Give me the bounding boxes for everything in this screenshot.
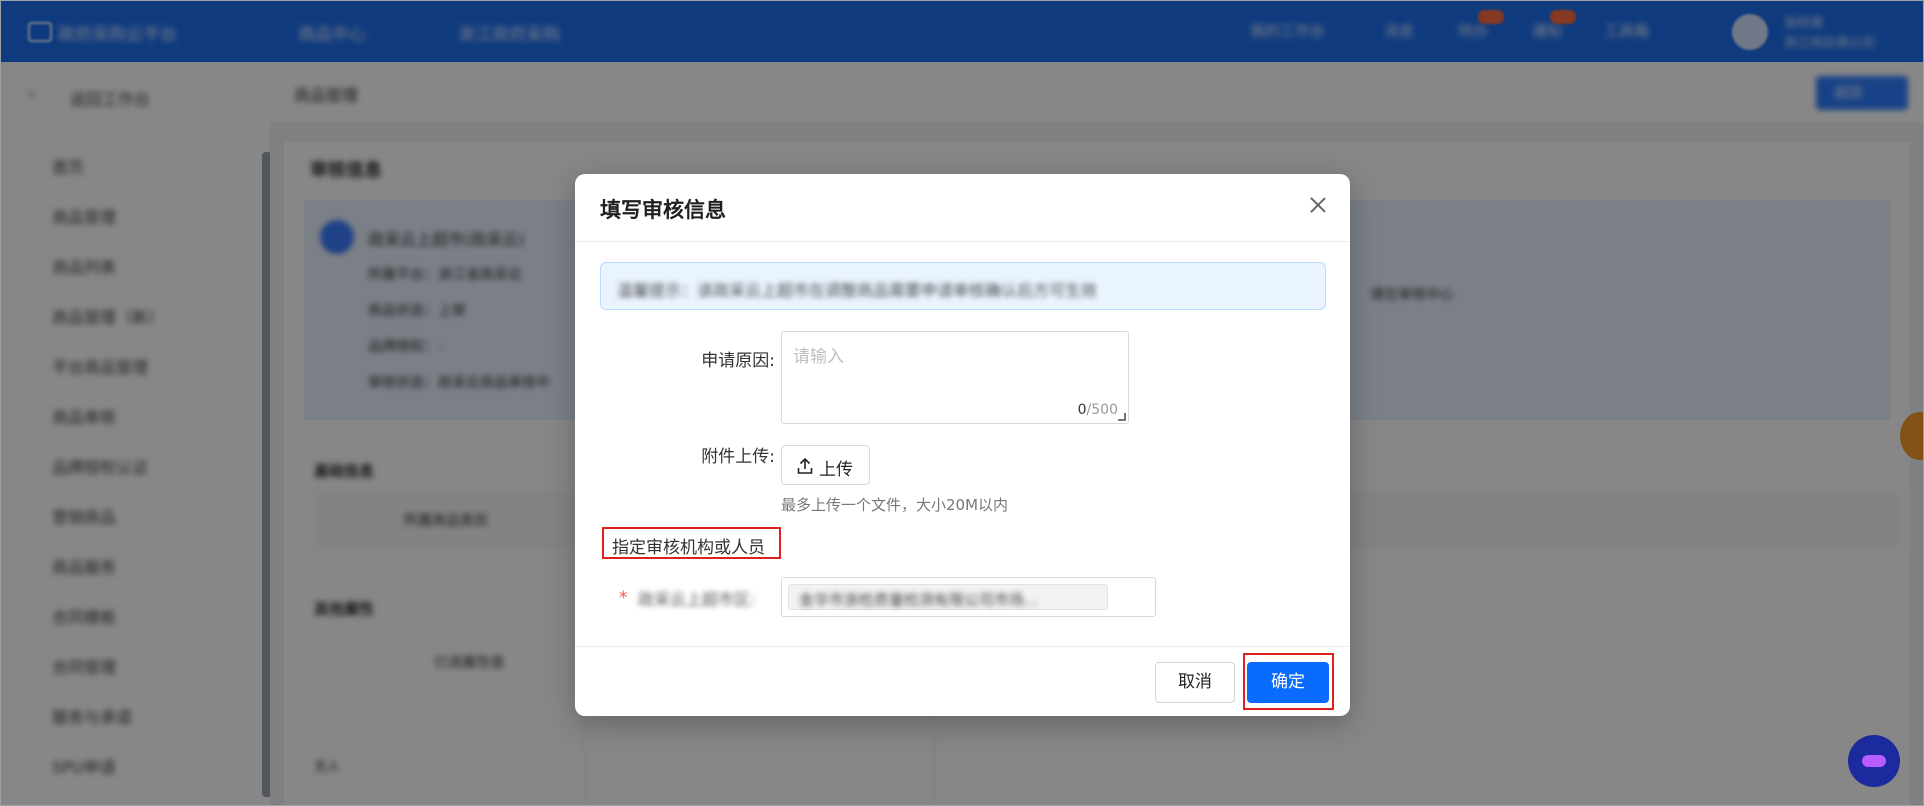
cancel-button[interactable]: 取消 [1155,662,1235,703]
confirm-button[interactable]: 确定 [1247,662,1329,703]
upload-icon [797,457,813,474]
ai-assistant-icon[interactable] [1848,735,1900,787]
reason-label: 申请原因: [701,351,775,371]
reviewer-tag[interactable]: 金华市浙检质量检测有限公司市场... [788,584,1108,610]
reason-textarea[interactable]: 请输入 0/500 [781,331,1129,424]
footer-divider [575,646,1350,647]
reviewer-section-title: 指定审核机构或人员 [612,538,765,558]
reviewer-section-heading: 指定审核机构或人员 [602,527,781,559]
tip-banner: 温馨提示：该政采云上超市在调整商品需要申请审核确认后方可生效 [600,262,1326,310]
upload-button[interactable]: 上传 [781,445,870,485]
upload-hint: 最多上传一个文件，大小20M以内 [781,496,1009,514]
reviewer-select[interactable]: 金华市浙检质量检测有限公司市场... [781,577,1156,617]
upload-label: 附件上传: [701,447,775,467]
required-marker: * [619,588,628,608]
close-icon[interactable] [1305,192,1331,218]
reason-placeholder: 请输入 [793,347,844,367]
review-info-dialog: 填写审核信息 温馨提示：该政采云上超市在调整商品需要申请审核确认后方可生效 申请… [575,174,1350,716]
tip-text: 温馨提示：该政采云上超市在调整商品需要申请审核确认后方可生效 [617,281,1098,300]
reviewer-tag-text: 金华市浙检质量检测有限公司市场... [799,591,1039,609]
dialog-title: 填写审核信息 [600,198,726,222]
reviewer-label: 政采云上超市区: [638,590,756,609]
reason-char-counter: 0/500 [1077,402,1118,418]
upload-button-label: 上传 [819,460,853,480]
header-divider [575,241,1350,242]
resize-handle-icon[interactable] [1118,413,1126,421]
